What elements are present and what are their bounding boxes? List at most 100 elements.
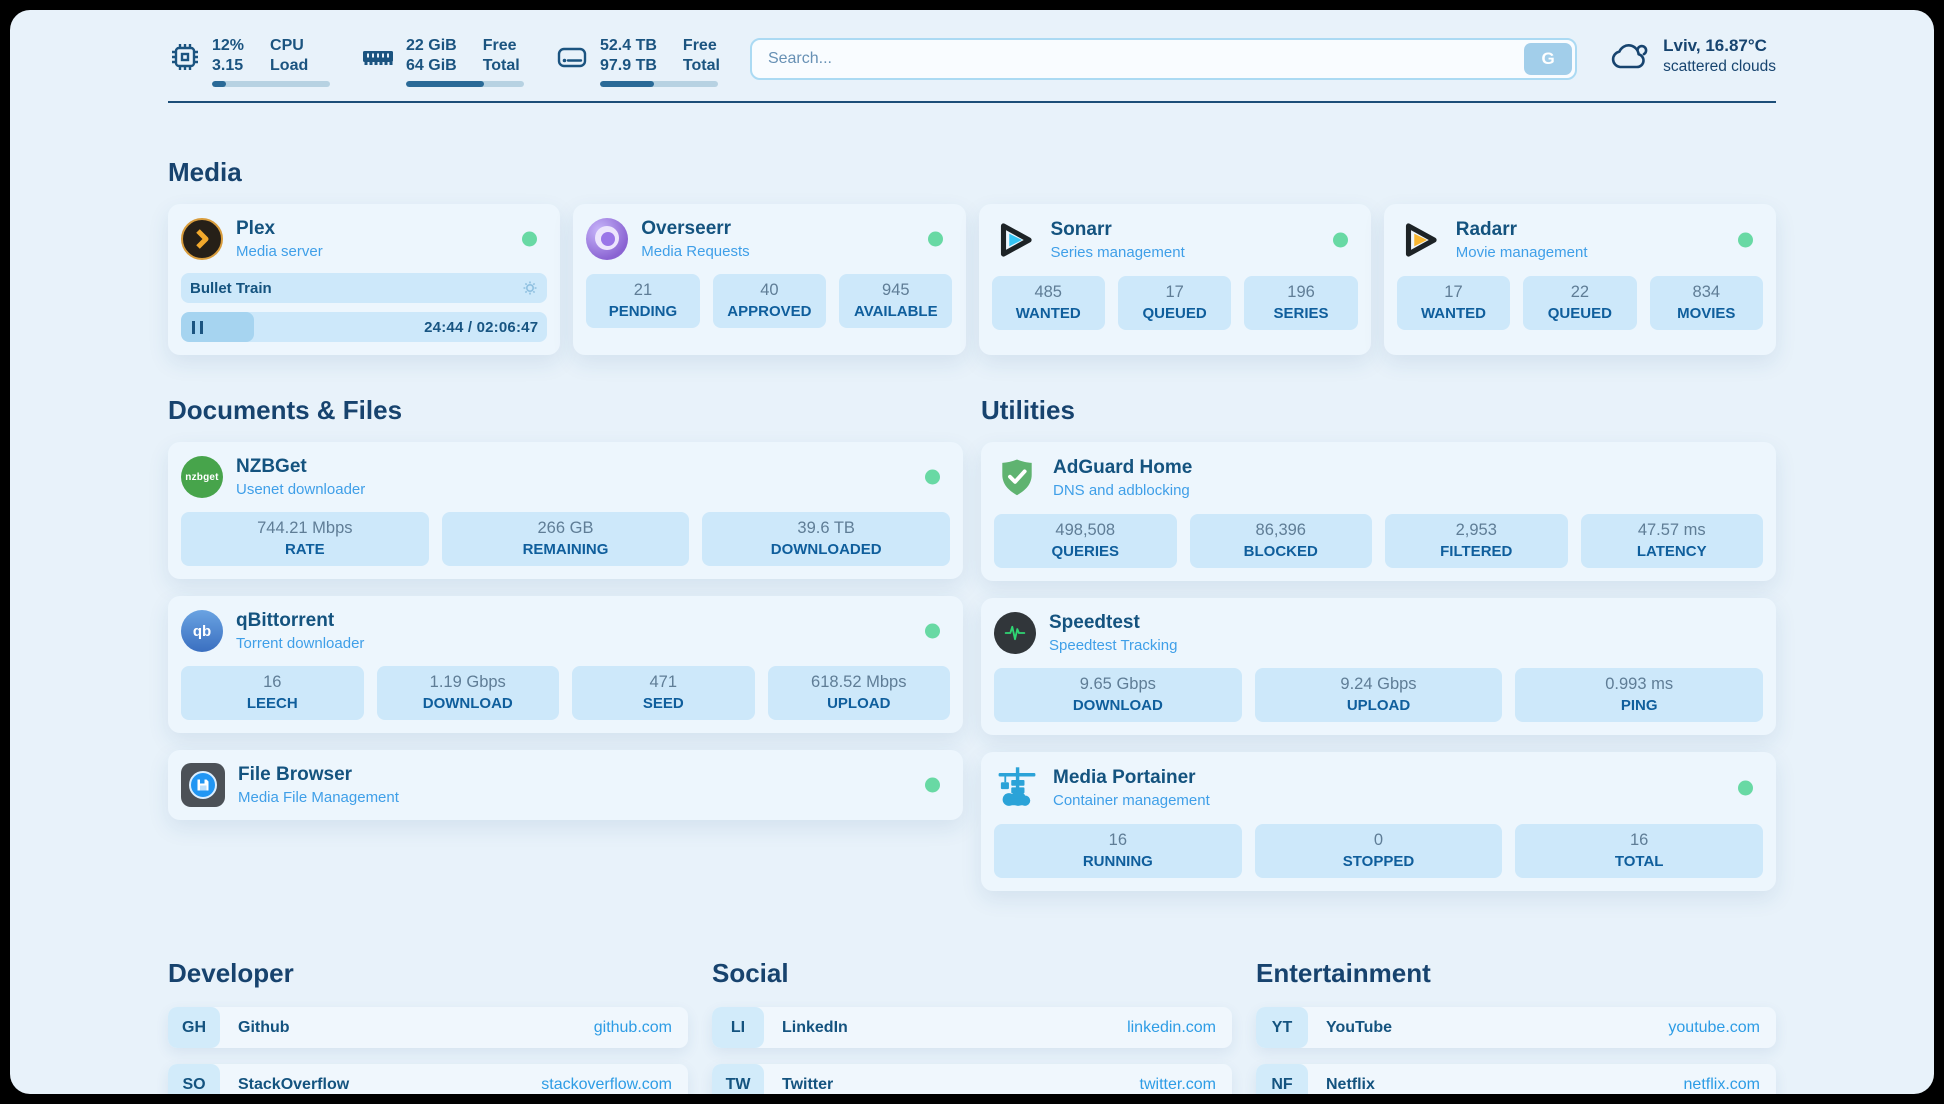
card-subtitle: Speedtest Tracking [1049,637,1177,654]
status-indicator [522,232,537,247]
search-engine-button[interactable]: G [1524,43,1572,75]
stat-upload: 618.52 Mbps UPLOAD [768,666,951,720]
card-overseerr[interactable]: Overseerr Media Requests 21 PENDING 40 A… [573,204,965,355]
stat-downloaded: 39.6 TB DOWNLOADED [702,512,950,566]
status-indicator [1738,233,1753,248]
stat-queued: 22 QUEUED [1523,276,1636,330]
card-title: AdGuard Home [1053,457,1192,479]
link-youtube[interactable]: YT YouTube youtube.com [1256,1007,1776,1048]
card-title: Speedtest [1049,612,1177,634]
link-netflix[interactable]: NF Netflix netflix.com [1256,1064,1776,1094]
card-radarr[interactable]: Radarr Movie management 17 WANTED 22 QUE… [1384,204,1776,355]
entertainment-links-column: Entertainment YT YouTube youtube.com NF … [1256,914,1776,1094]
card-nzbget[interactable]: nzbget NZBGet Usenet downloader 744.21 M… [168,442,963,579]
utilities-column: Utilities AdGuard Home DNS and adblockin… [981,361,1776,908]
weather-widget: Lviv, 16.87°C scattered clouds [1607,36,1776,76]
pause-icon [192,321,203,334]
cpu-progress-fill [212,81,226,87]
link-linkedin[interactable]: LI LinkedIn linkedin.com [712,1007,1232,1048]
stat-filtered: 2,953 FILTERED [1385,514,1568,568]
disk-progress-bar [600,81,718,87]
nzbget-icon: nzbget [181,456,223,498]
disk-total-value: 97.9 TB [600,56,657,76]
disk-progress-fill [600,81,654,87]
filebrowser-icon [181,763,225,807]
cpu-load-label: Load [270,56,308,76]
card-qbittorrent[interactable]: qb qBittorrent Torrent downloader 16 LEE… [168,596,963,733]
top-bar: 12% 3.15 CPU Load [168,36,1776,87]
card-title: NZBGet [236,456,365,478]
stat-leech: 16 LEECH [181,666,364,720]
status-indicator [1738,781,1753,796]
ram-progress-fill [406,81,484,87]
playback-progress-bar: 24:44 / 02:06:47 [181,312,547,342]
cpu-stat-group: 12% 3.15 CPU Load [168,36,330,87]
now-playing-title: Bullet Train [190,280,272,297]
card-subtitle: Media Requests [641,243,749,260]
section-title-developer: Developer [168,958,688,989]
card-plex[interactable]: Plex Media server Bullet Train [168,204,560,355]
card-title: File Browser [238,764,399,786]
link-twitter[interactable]: TW Twitter twitter.com [712,1064,1232,1094]
stat-available: 945 AVAILABLE [839,274,952,328]
qbittorrent-icon: qb [181,610,223,652]
link-github[interactable]: GH Github github.com [168,1007,688,1048]
card-filebrowser[interactable]: File Browser Media File Management [168,750,963,820]
card-title: Media Portainer [1053,767,1210,789]
netflix-badge-icon: NF [1256,1064,1308,1094]
disk-icon [554,40,590,74]
card-title: Sonarr [1051,219,1185,241]
card-title: Radarr [1456,219,1588,241]
stat-wanted: 17 WANTED [1397,276,1510,330]
cpu-progress-bar [212,81,330,87]
card-sonarr[interactable]: Sonarr Series management 485 WANTED 17 Q… [979,204,1371,355]
sonarr-icon [992,217,1038,263]
cpu-load-value: 3.15 [212,56,244,76]
section-title-utilities: Utilities [981,395,1776,426]
disk-free-value: 52.4 TB [600,36,657,56]
card-subtitle: Series management [1051,244,1185,261]
portainer-icon [994,765,1040,811]
link-stackoverflow[interactable]: SO StackOverflow stackoverflow.com [168,1064,688,1094]
ram-free-label: Free [483,36,520,56]
card-subtitle: Media server [236,243,323,260]
card-title: Plex [236,218,323,240]
disk-free-label: Free [683,36,720,56]
card-subtitle: Media File Management [238,789,399,806]
header-divider [168,101,1776,103]
gear-icon[interactable] [522,280,538,296]
section-title-social: Social [712,958,1232,989]
section-title-entertainment: Entertainment [1256,958,1776,989]
status-indicator [925,470,940,485]
ram-total-value: 64 GiB [406,56,457,76]
overseerr-icon [586,218,628,260]
stat-approved: 40 APPROVED [713,274,826,328]
cpu-percent: 12% [212,36,244,56]
media-grid: Plex Media server Bullet Train [168,204,1776,355]
github-badge-icon: GH [168,1007,220,1048]
stat-series: 196 SERIES [1244,276,1357,330]
card-subtitle: DNS and adblocking [1053,482,1192,499]
disk-total-label: Total [683,56,720,76]
search-input[interactable] [750,38,1577,80]
ram-icon [360,40,396,74]
stat-blocked: 86,396 BLOCKED [1190,514,1373,568]
twitter-badge-icon: TW [712,1064,764,1094]
cpu-label: CPU [270,36,308,56]
ram-free-value: 22 GiB [406,36,457,56]
card-title: Overseerr [641,218,749,240]
stackoverflow-badge-icon: SO [168,1064,220,1094]
card-speedtest[interactable]: Speedtest Speedtest Tracking 9.65 Gbps D… [981,598,1776,735]
card-adguard[interactable]: AdGuard Home DNS and adblocking 498,508 … [981,442,1776,581]
section-title-media: Media [168,157,1776,188]
social-links-column: Social LI LinkedIn linkedin.com TW Twitt… [712,914,1232,1094]
status-indicator [928,232,943,247]
card-portainer[interactable]: Media Portainer Container management 16 … [981,752,1776,891]
stat-download: 9.65 Gbps DOWNLOAD [994,668,1242,722]
disk-stat-group: 52.4 TB 97.9 TB Free Total [554,36,720,87]
youtube-badge-icon: YT [1256,1007,1308,1048]
stat-total: 16 TOTAL [1515,824,1763,878]
stat-upload: 9.24 Gbps UPLOAD [1255,668,1503,722]
now-playing-row: Bullet Train [181,273,547,303]
stat-remaining: 266 GB REMAINING [442,512,690,566]
